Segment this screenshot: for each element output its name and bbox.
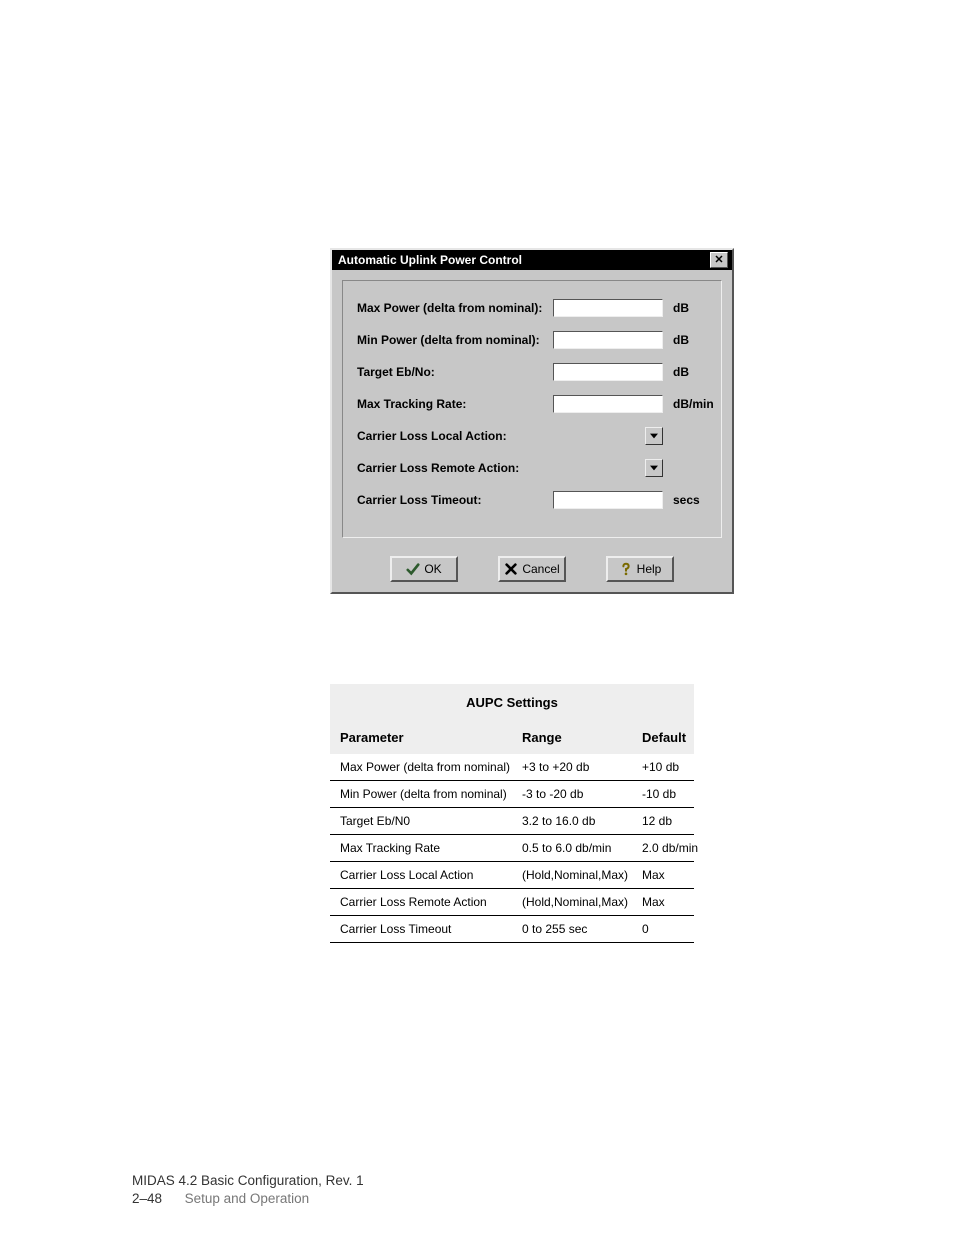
aupc-dialog: Automatic Uplink Power Control ✕ Max Pow… <box>330 248 734 594</box>
dialog-body: Max Power (delta from nominal): dB Min P… <box>342 280 722 538</box>
page-number: 2–48 <box>132 1191 162 1206</box>
x-icon <box>504 562 518 576</box>
field-min-power: Min Power (delta from nominal): dB <box>357 331 707 349</box>
page: Automatic Uplink Power Control ✕ Max Pow… <box>0 0 954 1235</box>
remote-action-select[interactable] <box>553 459 663 477</box>
cell-default: Max <box>642 868 704 882</box>
cell-param: Min Power (delta from nominal) <box>340 787 522 801</box>
cell-range: (Hold,Nominal,Max) <box>522 868 642 882</box>
field-max-tracking: Max Tracking Rate: dB/min <box>357 395 707 413</box>
aupc-settings-table: AUPC Settings Parameter Range Default Ma… <box>330 684 694 943</box>
cell-default: 12 db <box>642 814 704 828</box>
cell-default: 2.0 db/min <box>642 841 704 855</box>
unit-label: dB <box>669 333 719 347</box>
cell-param: Carrier Loss Remote Action <box>340 895 522 909</box>
field-label: Carrier Loss Local Action: <box>357 429 547 443</box>
max-tracking-input[interactable] <box>553 395 663 413</box>
cell-default: 0 <box>642 922 704 936</box>
button-row: OK Cancel Help <box>332 548 732 592</box>
ok-button[interactable]: OK <box>390 556 458 582</box>
header-parameter: Parameter <box>340 730 522 745</box>
help-icon <box>619 562 633 576</box>
field-label: Carrier Loss Timeout: <box>357 493 547 507</box>
titlebar[interactable]: Automatic Uplink Power Control ✕ <box>332 250 732 270</box>
cell-range: 0 to 255 sec <box>522 922 642 936</box>
dropdown-button[interactable] <box>645 459 663 477</box>
field-label: Min Power (delta from nominal): <box>357 333 547 347</box>
cell-default: -10 db <box>642 787 704 801</box>
field-label: Max Power (delta from nominal): <box>357 301 547 315</box>
table-title: AUPC Settings <box>330 684 694 720</box>
help-button[interactable]: Help <box>606 556 674 582</box>
table-title-text: AUPC Settings <box>466 695 558 710</box>
chevron-down-icon <box>650 433 658 439</box>
cell-default: Max <box>642 895 704 909</box>
header-range: Range <box>522 730 642 745</box>
cell-range: 0.5 to 6.0 db/min <box>522 841 642 855</box>
field-timeout: Carrier Loss Timeout: secs <box>357 491 707 509</box>
select-body <box>553 459 645 477</box>
cell-param: Max Tracking Rate <box>340 841 522 855</box>
cell-param: Carrier Loss Timeout <box>340 922 522 936</box>
table-row: Carrier Loss Timeout 0 to 255 sec 0 <box>330 916 694 943</box>
field-target-ebno: Target Eb/No: dB <box>357 363 707 381</box>
table-row: Max Power (delta from nominal) +3 to +20… <box>330 754 694 781</box>
unit-label: dB/min <box>669 397 719 411</box>
help-label: Help <box>637 562 662 576</box>
check-icon <box>406 562 420 576</box>
target-ebno-input[interactable] <box>553 363 663 381</box>
field-local-action: Carrier Loss Local Action: <box>357 427 707 445</box>
cell-range: +3 to +20 db <box>522 760 642 774</box>
section-title: Setup and Operation <box>185 1191 310 1206</box>
field-label: Target Eb/No: <box>357 365 547 379</box>
table-row: Carrier Loss Remote Action (Hold,Nominal… <box>330 889 694 916</box>
cell-param: Max Power (delta from nominal) <box>340 760 522 774</box>
dialog-title: Automatic Uplink Power Control <box>338 253 522 267</box>
min-power-input[interactable] <box>553 331 663 349</box>
unit-label: secs <box>669 493 719 507</box>
cancel-label: Cancel <box>522 562 559 576</box>
close-icon: ✕ <box>714 255 723 266</box>
chevron-down-icon <box>650 465 658 471</box>
cell-param: Carrier Loss Local Action <box>340 868 522 882</box>
close-button[interactable]: ✕ <box>710 252 728 268</box>
cell-range: 3.2 to 16.0 db <box>522 814 642 828</box>
unit-label: dB <box>669 301 719 315</box>
select-body <box>553 427 645 445</box>
page-footer: MIDAS 4.2 Basic Configuration, Rev. 1 2–… <box>132 1172 364 1208</box>
field-label: Carrier Loss Remote Action: <box>357 461 547 475</box>
local-action-select[interactable] <box>553 427 663 445</box>
field-max-power: Max Power (delta from nominal): dB <box>357 299 707 317</box>
header-default: Default <box>642 730 704 745</box>
table-row: Carrier Loss Local Action (Hold,Nominal,… <box>330 862 694 889</box>
timeout-input[interactable] <box>553 491 663 509</box>
cell-default: +10 db <box>642 760 704 774</box>
unit-label: dB <box>669 365 719 379</box>
cancel-button[interactable]: Cancel <box>498 556 566 582</box>
cell-param: Target Eb/N0 <box>340 814 522 828</box>
dropdown-button[interactable] <box>645 427 663 445</box>
table-row: Max Tracking Rate 0.5 to 6.0 db/min 2.0 … <box>330 835 694 862</box>
table-row: Min Power (delta from nominal) -3 to -20… <box>330 781 694 808</box>
cell-range: (Hold,Nominal,Max) <box>522 895 642 909</box>
ok-label: OK <box>424 562 441 576</box>
table-header: Parameter Range Default <box>330 720 694 754</box>
footer-line2: 2–48 Setup and Operation <box>132 1190 364 1208</box>
footer-line1: MIDAS 4.2 Basic Configuration, Rev. 1 <box>132 1172 364 1190</box>
table-row: Target Eb/N0 3.2 to 16.0 db 12 db <box>330 808 694 835</box>
cell-range: -3 to -20 db <box>522 787 642 801</box>
max-power-input[interactable] <box>553 299 663 317</box>
field-label: Max Tracking Rate: <box>357 397 547 411</box>
field-remote-action: Carrier Loss Remote Action: <box>357 459 707 477</box>
